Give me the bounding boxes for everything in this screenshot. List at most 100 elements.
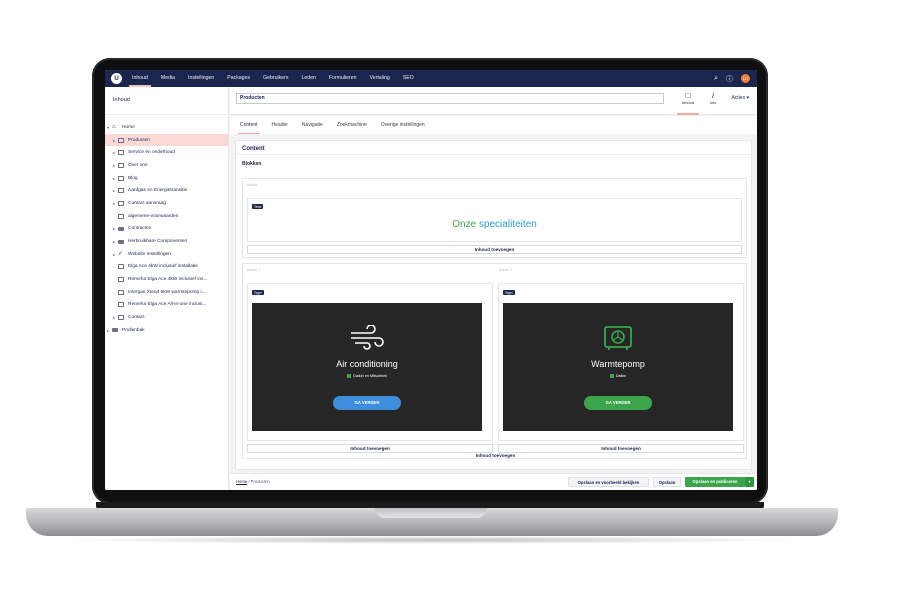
tree-item-home[interactable]: ▾ ⌂ Home: [105, 121, 228, 134]
tree-item-contact[interactable]: ▸ Contact: [105, 311, 228, 324]
nav-item-packages[interactable]: Packages: [227, 70, 250, 87]
tab-content[interactable]: Content: [238, 116, 259, 134]
tree-item-label: Home: [122, 124, 135, 130]
chevron-right-icon[interactable]: ▸: [111, 163, 117, 168]
chevron-right-icon[interactable]: ▸: [111, 138, 117, 143]
page-icon: [118, 150, 124, 156]
editor-tabs: Content Header Navigatie Zoekmachine Ove…: [230, 116, 757, 134]
search-icon[interactable]: ⌕: [714, 75, 718, 83]
laptop-notch: [375, 508, 487, 518]
chevron-right-icon[interactable]: ▸: [111, 315, 117, 320]
chevron-right-icon[interactable]: ▸: [111, 176, 117, 181]
tree-item-website-instellingen[interactable]: ▸ ✓ Website Instellingen: [105, 248, 228, 261]
tree-item-over-ons[interactable]: ▸ Over ons: [105, 159, 228, 172]
tree-item-label: Service en onderhoud: [128, 150, 175, 156]
inhoud-toevoegen-button[interactable]: Inhoud toevoegen: [247, 245, 742, 254]
info-view-label: Info: [709, 100, 717, 105]
nav-item-leden[interactable]: Leden: [301, 70, 315, 87]
tree-item-blog[interactable]: ▸ Blog: [105, 172, 228, 185]
chevron-right-icon[interactable]: ▸: [111, 150, 117, 155]
breadcrumb-home[interactable]: Home: [236, 479, 247, 484]
tree-item-label: Contact aanvraag: [128, 200, 166, 206]
umbraco-logo-icon[interactable]: U: [111, 73, 122, 84]
nav-item-vertaling[interactable]: Vertaling: [370, 70, 390, 87]
ga-verder-button-2[interactable]: GA VERDER: [584, 396, 652, 410]
sidebar-heading: Inhoud: [105, 87, 228, 115]
editor-footer: Home / Producten Opslaan en voorbeeld be…: [230, 473, 757, 490]
tree-item-contact-aanvraag[interactable]: ▸ Contact aanvraag: [105, 197, 228, 210]
publish-options-chevron-icon[interactable]: ▾: [745, 477, 754, 487]
tree-item-remeha-all-in-one[interactable]: Remeha Elga Ace All-in-one inclusi...: [105, 299, 228, 312]
breadcrumb-current: Producten: [250, 479, 270, 484]
chevron-right-icon[interactable]: ▸: [111, 252, 117, 257]
tab-overige-instellingen[interactable]: Overige instellingen: [381, 116, 425, 134]
tab-navigatie[interactable]: Navigatie: [302, 116, 323, 134]
tile-title-1: Air conditioning: [336, 359, 398, 369]
tab-zoekmachine[interactable]: Zoekmachine: [337, 116, 367, 134]
tree-item-algemene-voorwaarden[interactable]: algemene-voorwaarden: [105, 210, 228, 223]
chevron-right-icon[interactable]: ▸: [105, 328, 111, 333]
wind-icon: [351, 325, 384, 350]
tree-item-label: Remeha Elga Ace All-in-one inclusi...: [128, 302, 207, 308]
tile-air-conditioning: Air conditioning Daikin en Mitsubishi GA…: [252, 303, 482, 431]
node-name-input[interactable]: Producten: [236, 93, 664, 104]
chevron-right-icon[interactable]: ▸: [111, 239, 117, 244]
tree-item-prullenbak[interactable]: ▸ Prullenbak: [105, 324, 228, 337]
ga-verder-button-1[interactable]: GA VERDER: [333, 396, 401, 410]
tree-item-elga-ace[interactable]: Elga Ace 4kW inclusief installatie: [105, 261, 228, 274]
chevron-right-icon[interactable]: ▸: [111, 188, 117, 193]
nav-item-inhoud[interactable]: Inhoud: [129, 70, 151, 87]
nav-item-media[interactable]: Media: [161, 70, 175, 87]
page-icon: [118, 213, 124, 219]
nav-item-formulieren[interactable]: Formulieren: [329, 70, 357, 87]
tegel-block-2[interactable]: Tegel Warmtepomp Daikin GA VERDER: [498, 283, 744, 441]
tree-item-aardgas[interactable]: ▸ Aardgas en Energietransitie: [105, 184, 228, 197]
tree-item-label: Elga Ace 4kW inclusief installatie: [128, 264, 198, 270]
acties-button[interactable]: Acties ▾: [731, 95, 749, 101]
user-avatar[interactable]: LC: [741, 74, 750, 83]
block-two-columns: Kolom 1 Kolom 2 Tegel Air conditioning D…: [242, 263, 747, 459]
tile-subtitle-text-1: Daikin en Mitsubishi: [353, 374, 387, 378]
tekst-block[interactable]: Tekst Onze specialiteiten: [247, 198, 742, 242]
save-publish-button[interactable]: Opslaan en publiceren: [685, 477, 745, 487]
content-tree-sidebar: Inhoud ▾ ⌂ Home ▸ Producten ▸ Service en ond…: [105, 87, 229, 490]
nav-item-gebruikers[interactable]: Gebruikers: [263, 70, 288, 87]
trash-icon: [112, 328, 118, 333]
kolom1-label: Kolom 1: [247, 268, 261, 272]
save-preview-button[interactable]: Opslaan en voorbeeld bekijken: [568, 477, 649, 487]
info-view-button[interactable]: i Info: [702, 91, 724, 105]
block-kolom: Kolom Tekst Onze specialiteiten Inhoud t…: [242, 178, 747, 258]
nav-item-seo[interactable]: SEO: [403, 70, 414, 87]
checkbox-icon: [347, 374, 352, 378]
inhoud-toevoegen-button-row[interactable]: Inhoud toevoegen: [423, 452, 568, 461]
help-icon[interactable]: ⓘ: [726, 74, 733, 84]
tree-item-service[interactable]: ▸ Service en onderhoud: [105, 146, 228, 159]
laptop-shadow: [60, 536, 800, 544]
nav-item-instellingen[interactable]: Instellingen: [188, 70, 214, 87]
tile-title-2: Warmtepomp: [591, 359, 645, 369]
tree-item-contracten[interactable]: ▸ Contracten: [105, 223, 228, 236]
checkbox-icon: [609, 374, 614, 378]
content-card: Content Blokken Kolom Tekst Onze special…: [235, 140, 752, 470]
kolom-label: Kolom: [247, 183, 258, 187]
tree-item-herbruikbare[interactable]: ▸ Herbruikbare Componenten: [105, 235, 228, 248]
tree-item-label: Aardgas en Energietransitie: [128, 188, 188, 194]
tab-header[interactable]: Header: [272, 116, 288, 134]
tree-item-intergas[interactable]: Intergas Xtend 5kW warmtepomp i...: [105, 286, 228, 299]
tree-item-remeha-elga[interactable]: Remeha Elga Ace 4kW inclusief ins...: [105, 273, 228, 286]
content-card-title: Content: [236, 141, 751, 155]
page-icon: [118, 162, 124, 168]
chevron-right-icon[interactable]: ▸: [111, 201, 117, 206]
tegel-block-1[interactable]: Tegel Air conditioning Daikin en Mitsubi…: [247, 283, 493, 441]
inhoud-view-button[interactable]: □ Inhoud: [677, 91, 699, 115]
inhoud-view-label: Inhoud: [681, 100, 695, 105]
editor-header: Producten □ Inhoud i Info Acties ▾: [230, 87, 757, 115]
chevron-down-icon[interactable]: ▾: [105, 125, 111, 130]
page-icon: [118, 188, 124, 194]
tree-item-producten[interactable]: ▸ Producten: [105, 133, 228, 147]
chevron-right-icon[interactable]: ▸: [111, 226, 117, 231]
content-tree: ▾ ⌂ Home ▸ Producten ▸ Service en onderhoud …: [105, 115, 228, 337]
page-icon: [118, 264, 124, 270]
save-button[interactable]: Opslaan: [653, 477, 681, 487]
special-part1: Onze: [452, 219, 477, 230]
